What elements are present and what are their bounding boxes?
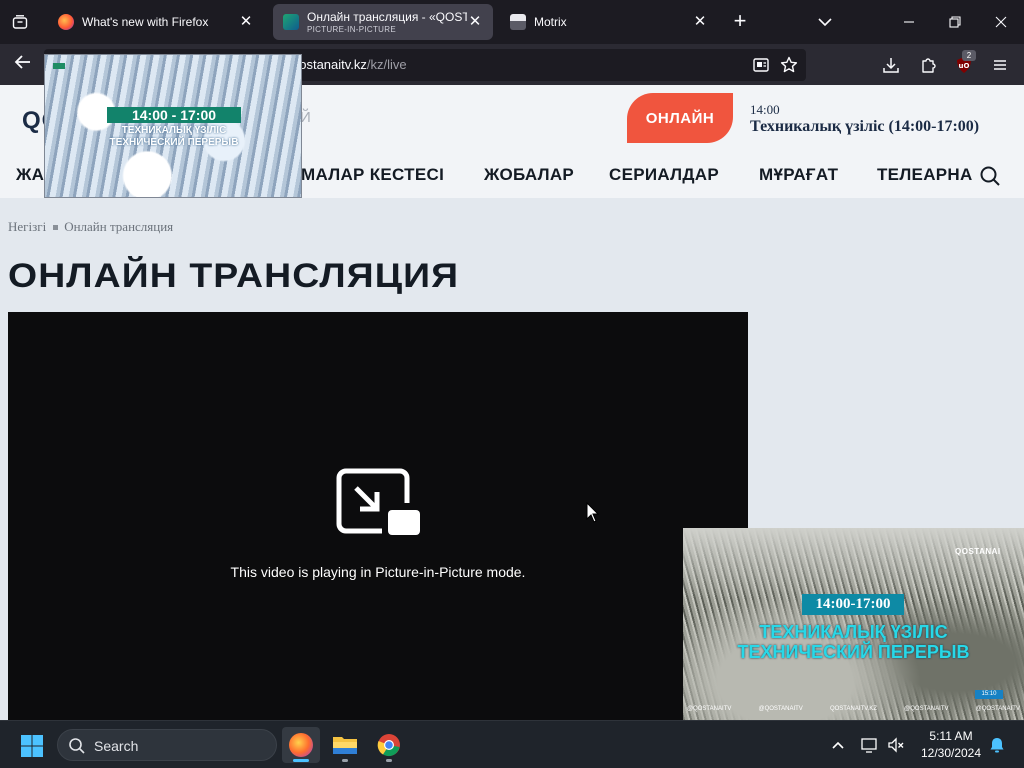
pip-fog-overlay <box>683 528 1024 598</box>
close-tab-icon[interactable]: ✕ <box>467 14 483 30</box>
taskbar-search-box[interactable]: Search <box>57 729 277 761</box>
new-tab-button[interactable]: + <box>728 10 752 34</box>
extensions-puzzle-icon[interactable] <box>917 54 939 76</box>
windows-taskbar: Search 5:11 AM 12/30/2024 <box>0 720 1024 768</box>
browser-tab-strip: What's new with Firefox ✕ Онлайн трансля… <box>0 0 1024 44</box>
url-text: qostanaitv.kz/kz/live <box>292 57 407 72</box>
close-tab-icon[interactable]: ✕ <box>238 14 254 30</box>
preview-break-kz: ТЕХНИКАЛЫҚ ҮЗІЛІС <box>121 125 227 136</box>
tab-title: Motrix <box>534 15 567 29</box>
running-app-indicator <box>386 759 392 762</box>
tab-title: Онлайн трансляция - «QOSTA <box>307 10 467 24</box>
now-playing-title[interactable]: Техникалық үзіліс (14:00-17:00) <box>750 118 979 136</box>
windows-start-icon[interactable] <box>20 734 44 758</box>
tab-motrix[interactable]: Motrix ✕ <box>500 4 718 40</box>
close-window-button[interactable] <box>986 8 1016 36</box>
firefox-icon <box>58 14 74 30</box>
reader-view-icon[interactable] <box>752 56 772 74</box>
downloads-icon[interactable] <box>880 54 902 76</box>
pip-social-instagram: @QOSTANAITV <box>758 706 803 712</box>
active-app-indicator <box>293 759 309 762</box>
menu-item-news[interactable]: ЖА <box>16 165 44 185</box>
folder-icon <box>333 737 357 754</box>
clock-time: 5:11 AM <box>929 729 973 743</box>
pip-clock: 15:10 <box>975 690 1003 699</box>
qostanai-favicon-icon <box>283 14 299 30</box>
picture-in-picture-window[interactable]: QOSTANAI 14:00-17:00 ТЕХНИКАЛЫҚ ҮЗІЛІС Т… <box>683 528 1024 720</box>
online-live-button[interactable]: ОНЛАЙН <box>627 93 733 143</box>
chrome-icon <box>377 734 400 757</box>
page-title: ОНЛАЙН ТРАНСЛЯЦИЯ <box>8 257 460 295</box>
pip-social-telegram: @QOSTANAITV <box>687 706 732 712</box>
volume-muted-icon[interactable] <box>886 735 906 755</box>
close-tab-icon[interactable]: ✕ <box>692 14 708 30</box>
menu-item-archive[interactable]: МҰРАҒАТ <box>759 165 838 185</box>
bookmark-star-icon[interactable] <box>780 56 800 74</box>
notification-bell-icon[interactable] <box>987 735 1007 755</box>
network-display-icon[interactable] <box>860 735 880 755</box>
pip-break-ru: ТЕХНИЧЕСКИЙ ПЕРЕРЫВ <box>737 642 970 662</box>
extension-count-badge: 2 <box>962 50 976 61</box>
video-player[interactable]: This video is playing in Picture-in-Pict… <box>8 312 748 720</box>
menu-item-schedule[interactable]: МАЛАР КЕСТЕСІ <box>301 165 444 185</box>
list-all-tabs-icon[interactable] <box>6 8 34 36</box>
preview-channel-logo <box>53 63 65 69</box>
breadcrumb-current: Онлайн трансляция <box>64 219 174 234</box>
motrix-favicon-icon <box>510 14 526 30</box>
menu-item-series[interactable]: СЕРИАЛДАР <box>609 165 719 185</box>
breadcrumb-separator <box>53 224 59 230</box>
picture-in-picture-icon <box>336 467 422 537</box>
pip-social-tiktok: @QOSTANAITV <box>975 706 1020 712</box>
clock-date: 12/30/2024 <box>920 746 982 760</box>
pip-social-youtube: @QOSTANAITV <box>904 706 949 712</box>
breadcrumb-home[interactable]: Негізгі <box>8 219 46 234</box>
preview-break-ru: ТЕХНИЧЕСКИЙ ПЕРЕРЫВ <box>109 137 239 148</box>
mouse-pointer-icon <box>586 501 600 524</box>
pip-break-time: 14:00-17:00 <box>802 594 904 615</box>
pip-social-strip: @QOSTANAITV @QOSTANAITV QOSTANAITV.KZ @Q… <box>687 706 1020 712</box>
firefox-icon <box>289 733 313 757</box>
tab-pip-subtitle: PICTURE-IN-PICTURE <box>307 25 396 34</box>
menu-item-projects[interactable]: ЖОБАЛАР <box>484 165 574 185</box>
taskbar-firefox[interactable] <box>282 727 320 763</box>
preview-break-time: 14:00 - 17:00 <box>107 107 241 123</box>
system-clock[interactable]: 5:11 AM 12/30/2024 <box>914 728 988 762</box>
taskbar-file-explorer[interactable] <box>326 727 364 763</box>
tab-whats-new-firefox[interactable]: What's new with Firefox ✕ <box>48 4 264 40</box>
minimize-window-button[interactable] <box>894 8 924 36</box>
back-arrow-icon[interactable] <box>10 52 36 78</box>
running-app-indicator <box>342 759 348 762</box>
svg-text:uO: uO <box>959 62 970 70</box>
pip-social-website: QOSTANAITV.KZ <box>829 706 877 712</box>
pip-break-kz: ТЕХНИКАЛЫҚ ҮЗІЛІС <box>759 622 948 642</box>
now-playing-time: 14:00 <box>750 102 780 117</box>
chevron-down-icon[interactable] <box>813 10 837 34</box>
menu-item-channel[interactable]: ТЕЛЕАРНА <box>877 165 973 185</box>
search-icon <box>68 737 86 755</box>
tab-hover-preview: 14:00 - 17:00 ТЕХНИКАЛЫҚ ҮЗІЛІС ТЕХНИЧЕС… <box>44 54 302 198</box>
show-hidden-icons-chevron-up-icon[interactable] <box>829 736 847 754</box>
tab-online-broadcast[interactable]: Онлайн трансляция - «QOSTA PICTURE-IN-PI… <box>273 4 493 40</box>
tab-title: What's new with Firefox <box>82 15 209 29</box>
pip-mode-message: This video is playing in Picture-in-Pict… <box>230 564 526 580</box>
pip-channel-logo: QOSTANAI <box>955 547 1001 556</box>
breadcrumb: Негізгі Онлайн трансляция <box>8 219 173 235</box>
taskbar-chrome[interactable] <box>370 727 408 763</box>
search-label: Search <box>94 738 139 754</box>
site-search-icon[interactable] <box>979 165 1001 187</box>
hamburger-menu-icon[interactable] <box>989 54 1011 76</box>
restore-window-button[interactable] <box>940 8 970 36</box>
